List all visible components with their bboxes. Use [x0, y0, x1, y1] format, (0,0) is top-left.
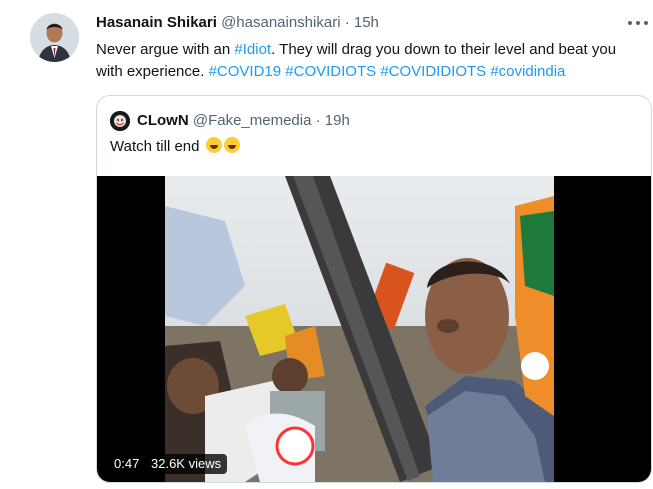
hashtag-covidiots[interactable]: #COVIDIOTS	[285, 63, 376, 80]
quoted-separator-dot: ·	[315, 112, 321, 129]
laughing-emoji-icon	[223, 137, 240, 153]
hashtag-covididiots[interactable]: #COVIDIDIOTS	[380, 63, 486, 80]
quoted-tweet-header: CLowN @Fake_memedia · 19h	[137, 111, 350, 131]
quoted-author-avatar[interactable]	[110, 111, 130, 131]
hashtag-idiot[interactable]: #Idiot	[234, 41, 271, 58]
tweet-header: Hasanain Shikari @hasanainshikari · 15h	[96, 13, 379, 33]
more-options-icon[interactable]	[628, 15, 648, 31]
tweet[interactable]: Hasanain Shikari @hasanainshikari · 15h …	[0, 0, 653, 489]
author-avatar[interactable]	[30, 13, 79, 62]
tweet-text-intro: Never argue with an	[96, 41, 235, 58]
hashtag-covid19[interactable]: #COVID19	[209, 63, 282, 80]
tweet-text: Never argue with an #Idiot. They will dr…	[96, 39, 636, 83]
quoted-tweet[interactable]: CLowN @Fake_memedia · 19h Watch till end	[96, 95, 652, 483]
author-name[interactable]: Hasanain Shikari	[96, 14, 217, 31]
quoted-author-name[interactable]: CLowN	[137, 112, 189, 129]
tweet-timestamp[interactable]: 15h	[354, 14, 379, 31]
video-duration: 0:47	[108, 454, 146, 474]
video-player[interactable]: 0:47 32.6K views	[97, 176, 651, 482]
quoted-timestamp[interactable]: 19h	[325, 112, 350, 129]
separator-dot: ·	[344, 14, 350, 31]
video-frame[interactable]	[165, 176, 554, 482]
quoted-author-handle[interactable]: @Fake_memedia	[193, 112, 312, 129]
quoted-text: Watch till end	[110, 138, 200, 155]
author-handle[interactable]: @hasanainshikari	[221, 14, 340, 31]
laughing-emoji-icon	[205, 137, 222, 153]
hashtag-covidindia[interactable]: #covidindia	[490, 63, 565, 80]
video-view-count: 32.6K views	[145, 454, 228, 474]
quoted-tweet-text: Watch till end	[110, 136, 240, 158]
